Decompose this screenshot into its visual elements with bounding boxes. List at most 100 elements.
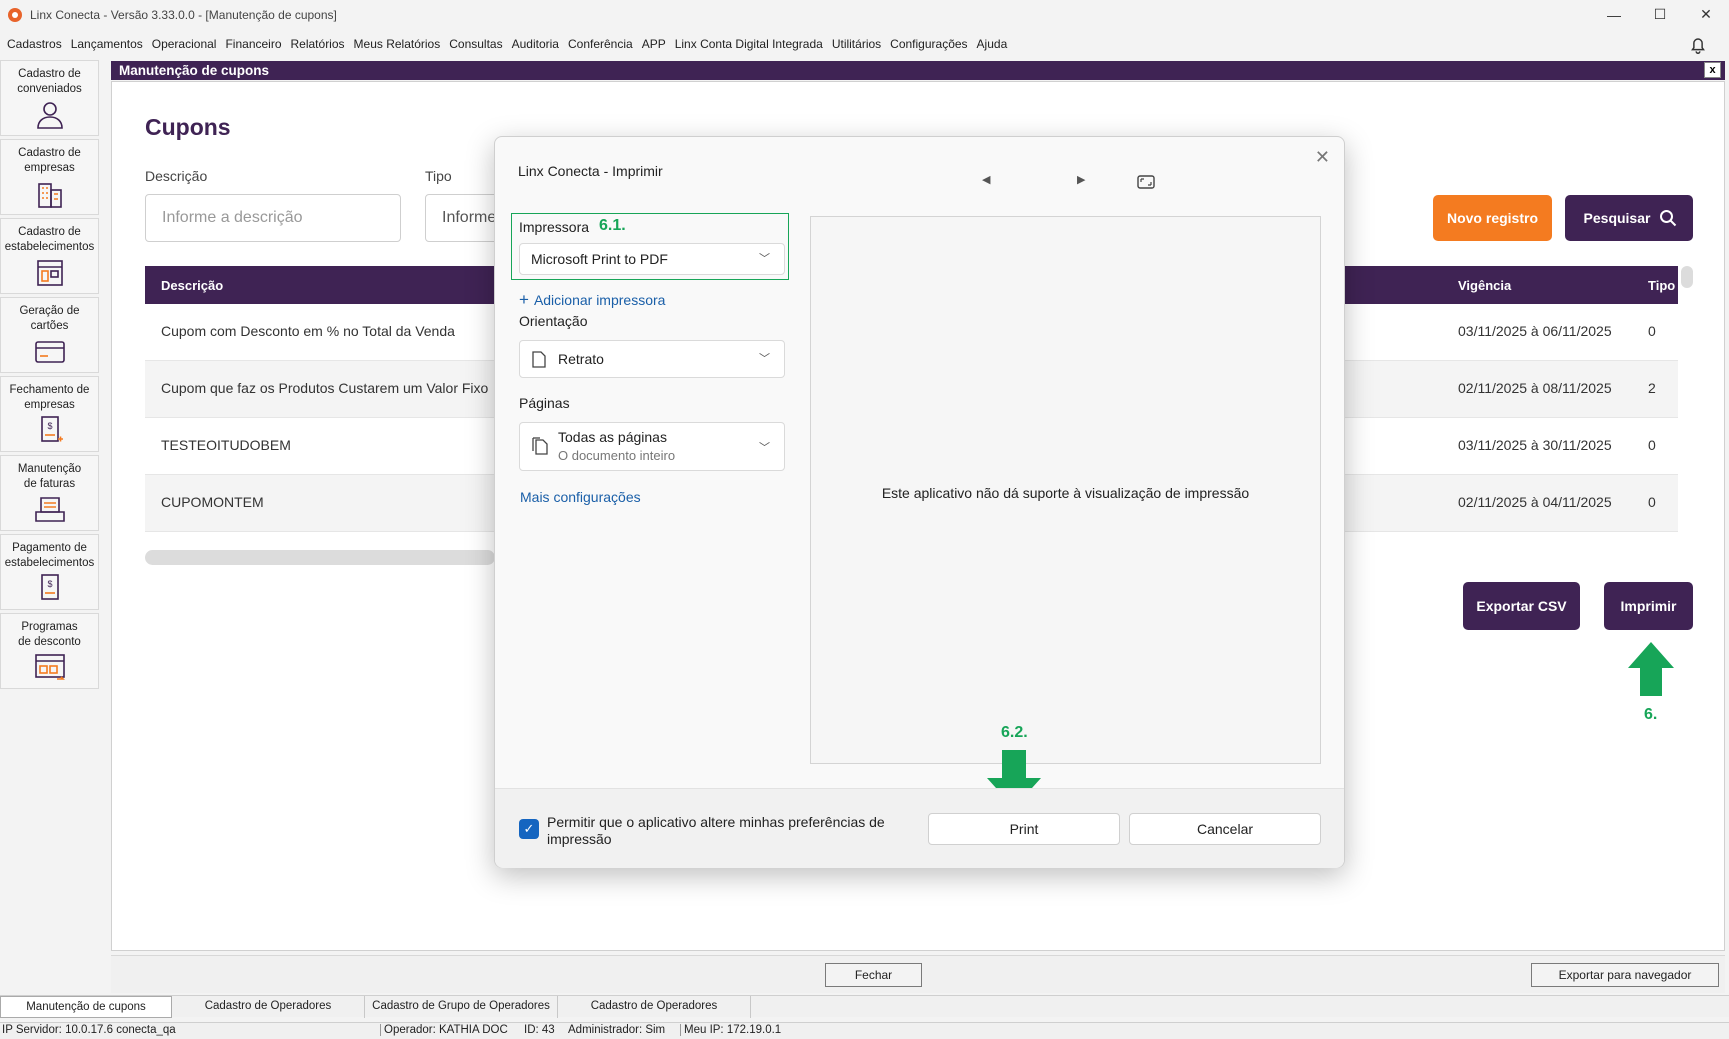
prev-page-icon[interactable]: ◀ — [982, 173, 990, 186]
sidebar-item-empresas[interactable]: Cadastro de empresas — [0, 139, 99, 215]
printer-select[interactable]: Microsoft Print to PDF ﹀ — [519, 243, 785, 275]
title-bar: Linx Conecta - Versão 3.33.0.0 - [Manute… — [0, 0, 1729, 29]
tab-cadastro-grupo-operadores[interactable]: Cadastro de Grupo de Operadores — [365, 996, 558, 1018]
cell-vigencia: 03/11/2025 à 30/11/2025 — [1458, 437, 1612, 453]
column-descricao[interactable]: Descrição — [161, 278, 223, 293]
cell-descricao: Cupom que faz os Produtos Custarem um Va… — [161, 380, 489, 396]
menu-financeiro[interactable]: Financeiro — [225, 37, 281, 51]
cell-tipo: 2 — [1648, 380, 1656, 396]
pages-icon — [532, 437, 548, 455]
cell-descricao: TESTEOITUDOBEM — [161, 437, 291, 453]
tipo-select[interactable]: Informe — [425, 194, 505, 242]
cell-vigencia: 03/11/2025 à 06/11/2025 — [1458, 323, 1612, 339]
menu-linx-conta-digital[interactable]: Linx Conta Digital Integrada — [675, 37, 823, 51]
sidebar: Cadastro de conveniados Cadastro de empr… — [0, 60, 101, 692]
sidebar-item-label: Cadastro de conveniados — [17, 68, 82, 95]
sidebar-item-label: Programas de desconto — [18, 621, 81, 648]
pages-label: Páginas — [519, 395, 570, 411]
menu-configuracoes[interactable]: Configurações — [890, 37, 967, 51]
descricao-input[interactable]: Informe a descrição — [145, 194, 401, 242]
sidebar-item-estabelecimentos[interactable]: Cadastro de estabelecimentos — [0, 218, 99, 294]
cell-tipo: 0 — [1648, 323, 1656, 339]
pesquisar-label: Pesquisar — [1583, 210, 1651, 226]
exportar-csv-button[interactable]: Exportar CSV — [1463, 582, 1580, 630]
invoice-icon: $ — [40, 416, 63, 442]
form-close-button[interactable]: x — [1704, 62, 1721, 78]
menu-meus-relatorios[interactable]: Meus Relatórios — [354, 37, 441, 51]
fechar-button[interactable]: Fechar — [825, 963, 922, 987]
tab-cadastro-operadores-2[interactable]: Cadastro de Operadores — [558, 996, 751, 1018]
discount-icon — [34, 654, 65, 680]
menu-utilitarios[interactable]: Utilitários — [832, 37, 881, 51]
menu-auditoria[interactable]: Auditoria — [512, 37, 559, 51]
bottom-bar: Fechar Exportar para navegador — [111, 955, 1725, 993]
sidebar-item-faturas[interactable]: Manutenção de faturas — [0, 455, 99, 531]
menu-cadastros[interactable]: Cadastros — [7, 37, 62, 51]
search-icon — [1660, 210, 1677, 227]
orientation-value: Retrato — [558, 351, 604, 367]
tab-cadastro-operadores[interactable]: Cadastro de Operadores — [172, 996, 365, 1018]
allow-preferences-checkbox[interactable]: ✓ — [519, 819, 539, 839]
minimize-button[interactable]: — — [1591, 0, 1637, 29]
column-tipo[interactable]: Tipo — [1648, 278, 1675, 293]
menu-app[interactable]: APP — [642, 37, 666, 51]
svg-text:$: $ — [47, 421, 52, 431]
vertical-scrollbar[interactable] — [1681, 266, 1693, 288]
more-settings-link[interactable]: Mais configurações — [520, 489, 641, 505]
status-bar: IP Servidor: 10.0.17.6 conecta_qa Operad… — [0, 1022, 1729, 1039]
bell-icon[interactable] — [1687, 34, 1709, 56]
descricao-label: Descrição — [145, 168, 208, 184]
exportar-navegador-button[interactable]: Exportar para navegador — [1531, 963, 1719, 987]
sidebar-item-pagamento[interactable]: Pagamento de estabelecimentos $ — [0, 534, 99, 610]
sidebar-item-fechamento[interactable]: Fechamento de empresas $ — [0, 376, 99, 452]
orientation-select[interactable]: Retrato ﹀ — [519, 340, 785, 378]
imprimir-button[interactable]: Imprimir — [1604, 582, 1693, 630]
pages-select[interactable]: Todas as páginas O documento inteiro ﹀ — [519, 422, 785, 471]
column-vigencia[interactable]: Vigência — [1458, 278, 1511, 293]
cell-descricao: Cupom com Desconto em % no Total da Vend… — [161, 323, 455, 339]
menu-bar: Cadastros Lançamentos Operacional Financ… — [0, 32, 1016, 56]
menu-lancamentos[interactable]: Lançamentos — [71, 37, 143, 51]
print-dialog: Linx Conecta - Imprimir ✕ ◀ ▶ Impressora… — [494, 136, 1345, 868]
tab-manutencao-cupons[interactable]: Manutenção de cupons — [0, 996, 172, 1018]
step-6-1-label: 6.1. — [599, 217, 626, 234]
form-header-title: Manutenção de cupons — [119, 63, 270, 78]
menu-relatorios[interactable]: Relatórios — [291, 37, 345, 51]
sidebar-item-programas-desconto[interactable]: Programas de desconto — [0, 613, 99, 689]
window-controls: — ☐ ✕ — [1591, 0, 1729, 29]
sidebar-item-conveniados[interactable]: Cadastro de conveniados — [0, 60, 99, 136]
form-header: Manutenção de cupons x — [111, 61, 1725, 80]
close-window-button[interactable]: ✕ — [1683, 0, 1729, 29]
status-admin: Administrador: Sim — [568, 1024, 666, 1036]
printer-label: Impressora — [519, 219, 590, 235]
chevron-down-icon: ﹀ — [759, 353, 770, 365]
building-icon — [37, 183, 62, 208]
cell-tipo: 0 — [1648, 437, 1656, 453]
tray-icon — [34, 497, 65, 522]
next-page-icon[interactable]: ▶ — [1077, 173, 1085, 186]
horizontal-scrollbar[interactable] — [145, 550, 495, 565]
menu-operacional[interactable]: Operacional — [152, 37, 217, 51]
maximize-button[interactable]: ☐ — [1637, 0, 1683, 29]
chevron-down-icon: ﹀ — [759, 442, 770, 454]
cancel-button[interactable]: Cancelar — [1129, 813, 1321, 845]
pesquisar-button[interactable]: Pesquisar — [1565, 195, 1693, 241]
menu-conferencia[interactable]: Conferência — [568, 37, 633, 51]
fit-page-icon[interactable] — [1137, 175, 1155, 189]
dialog-close-button[interactable]: ✕ — [1315, 147, 1330, 168]
step-6-2-label: 6.2. — [1001, 724, 1028, 741]
dialog-title: Linx Conecta - Imprimir — [518, 163, 663, 179]
tipo-label: Tipo — [425, 168, 452, 184]
add-printer-link[interactable]: + Adicionar impressora — [519, 290, 665, 310]
store-icon — [36, 260, 63, 286]
novo-registro-button[interactable]: Novo registro — [1433, 195, 1552, 241]
allow-preferences-label: Permitir que o aplicativo altere minhas … — [547, 814, 885, 847]
sidebar-item-cartoes[interactable]: Geração de cartões — [0, 297, 99, 373]
menu-consultas[interactable]: Consultas — [449, 37, 502, 51]
sidebar-item-label: Geração de cartões — [19, 305, 80, 332]
menu-ajuda[interactable]: Ajuda — [977, 37, 1008, 51]
plus-icon: + — [519, 290, 529, 309]
orientation-label: Orientação — [519, 313, 588, 329]
print-button[interactable]: Print — [928, 813, 1120, 845]
page-icon — [532, 351, 546, 368]
